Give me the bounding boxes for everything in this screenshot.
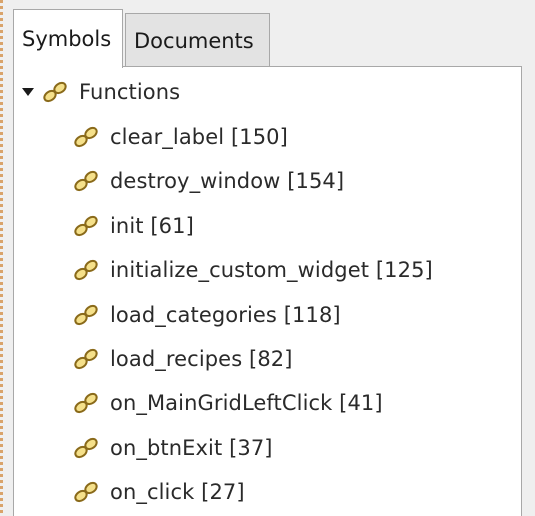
function-symbol-icon <box>72 167 100 195</box>
function-symbol-icon <box>72 345 100 373</box>
triangle-down-icon[interactable] <box>21 85 35 99</box>
function-symbol-icon <box>41 78 69 106</box>
function-symbol-icon <box>72 256 100 284</box>
tab-symbols[interactable]: Symbols <box>13 9 123 68</box>
tree-item[interactable]: initialize_custom_widget [125] <box>72 248 433 292</box>
tree-group-functions[interactable]: Functions <box>21 70 180 114</box>
tree-group-label: Functions <box>79 80 181 104</box>
tree-item[interactable]: destroy_window [154] <box>72 159 344 203</box>
tree-item-label: initialize_custom_widget [125] <box>110 258 433 283</box>
tree-item[interactable]: on_MainGridLeftClick [41] <box>72 381 383 425</box>
function-symbol-icon <box>72 478 100 506</box>
function-symbol-icon <box>72 389 100 417</box>
tree-item-label: on_MainGridLeftClick [41] <box>110 391 383 416</box>
tree-item-label: destroy_window [154] <box>110 169 345 194</box>
tree-item-label: on_click [27] <box>110 480 245 505</box>
tree-item-label: init [61] <box>110 213 194 238</box>
function-symbol-icon <box>72 123 100 151</box>
function-symbol-icon <box>72 301 100 329</box>
symbols-tree-panel: Functions clear_label [150] destroy_windo… <box>13 66 522 516</box>
function-symbol-icon <box>72 434 100 462</box>
tree-item[interactable]: clear_label [150] <box>72 115 288 159</box>
function-symbol-icon <box>72 212 100 240</box>
tree-item[interactable]: init [61] <box>72 204 194 248</box>
tree-item[interactable]: on_click [27] <box>72 470 245 514</box>
tree-item-label: load_categories [118] <box>110 302 341 327</box>
tree-item[interactable]: load_categories [118] <box>72 293 341 337</box>
tree-item-label: load_recipes [82] <box>110 347 293 371</box>
tree-item[interactable]: load_recipes [82] <box>72 337 293 381</box>
tree-item-label: clear_label [150] <box>110 125 288 149</box>
tab-documents[interactable]: Documents <box>125 13 270 66</box>
window-left-border <box>0 0 3 516</box>
tree-item-label: on_btnExit [37] <box>110 435 273 460</box>
tree-item[interactable]: on_btnExit [37] <box>72 426 273 470</box>
